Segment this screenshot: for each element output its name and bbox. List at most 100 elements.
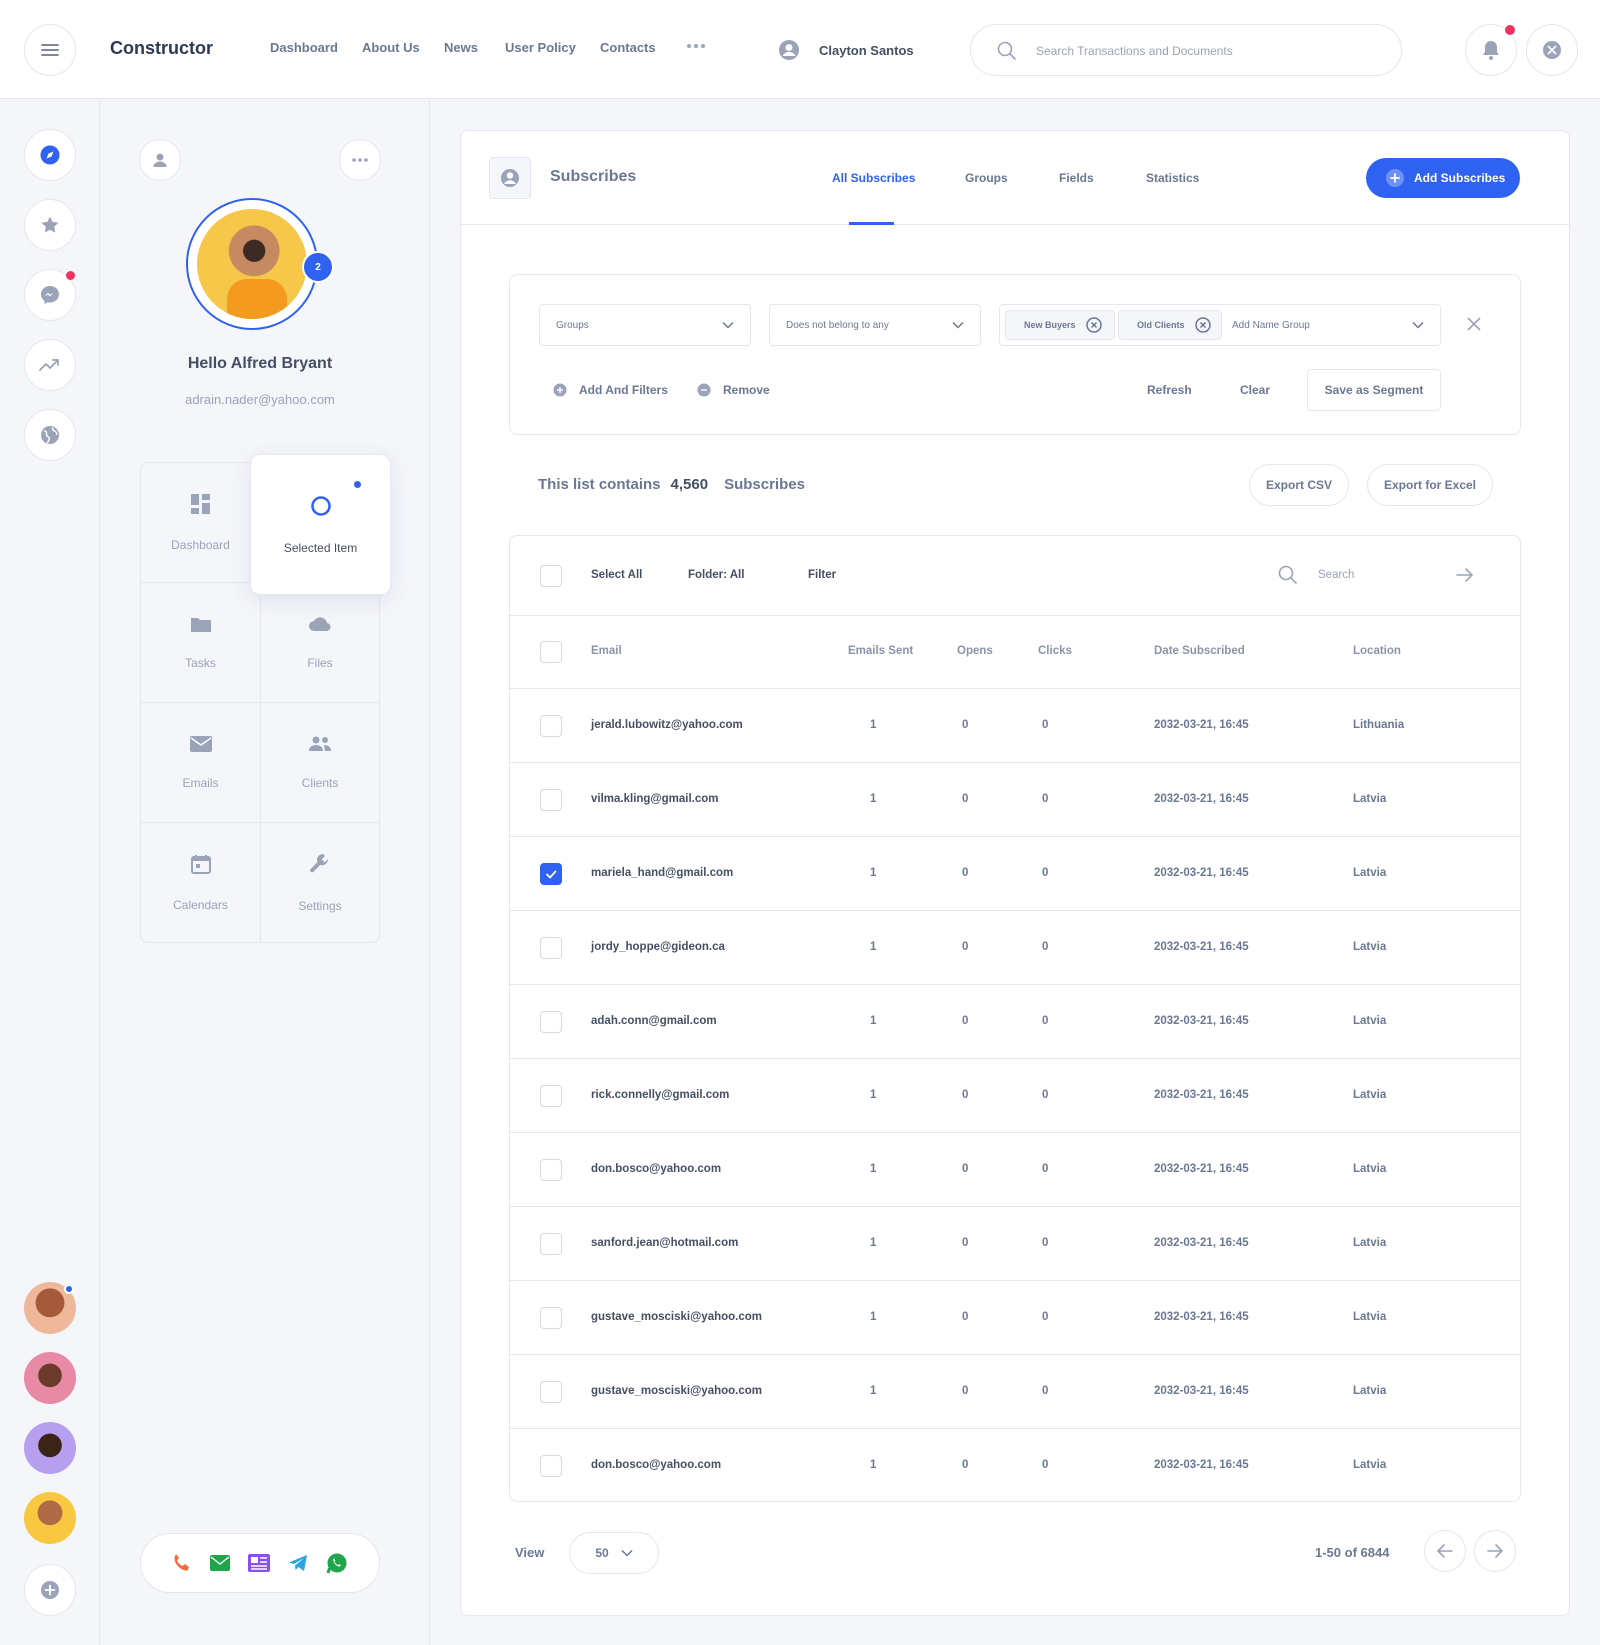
export-excel-button[interactable]: Export for Excel	[1367, 464, 1493, 506]
menu-item-dashboard[interactable]: Dashboard	[140, 462, 261, 583]
profile-more-button[interactable]	[339, 139, 381, 181]
table-row[interactable]: jerald.lubowitz@yahoo.com 1 0 0 2032-03-21, …	[510, 689, 1520, 763]
nav-dashboard[interactable]: Dashboard	[270, 40, 338, 55]
row-checkbox[interactable]	[540, 1159, 562, 1181]
nav-more-button[interactable]	[686, 43, 706, 49]
table-row[interactable]: don.bosco@yahoo.com 1 0 0 2032-03-21, 16:45 L…	[510, 1429, 1520, 1501]
add-filters-button[interactable]: Add And Filters	[553, 383, 668, 397]
row-checkbox[interactable]	[540, 1381, 562, 1403]
nav-user-policy[interactable]: User Policy	[505, 40, 576, 55]
row-email[interactable]: mariela_hand@gmail.com	[591, 867, 733, 879]
column-opens[interactable]: Opens	[957, 645, 993, 657]
profile-avatar[interactable]	[197, 209, 307, 319]
clear-button[interactable]: Clear	[1240, 383, 1270, 397]
row-email[interactable]: don.bosco@yahoo.com	[591, 1459, 721, 1471]
header-checkbox[interactable]	[540, 641, 562, 663]
contact-avatar-2[interactable]	[24, 1352, 76, 1404]
menu-item-clients[interactable]: Clients	[260, 702, 380, 823]
menu-item-emails[interactable]: Emails	[140, 702, 261, 823]
column-email[interactable]: Email	[591, 645, 622, 657]
row-email[interactable]: don.bosco@yahoo.com	[591, 1163, 721, 1175]
phone-icon[interactable]	[172, 1553, 192, 1573]
add-group-input[interactable]: Add Name Group	[1232, 320, 1310, 331]
row-email[interactable]: jerald.lubowitz@yahoo.com	[591, 719, 743, 731]
column-clicks[interactable]: Clicks	[1038, 645, 1072, 657]
menu-item-files[interactable]: Files	[260, 583, 380, 703]
sidebar-compass-button[interactable]	[24, 129, 76, 181]
row-checkbox[interactable]	[540, 1085, 562, 1107]
user-menu[interactable]	[778, 39, 800, 61]
sidebar-globe-button[interactable]	[24, 409, 76, 461]
add-contact-button[interactable]	[24, 1564, 76, 1616]
row-email[interactable]: jordy_hoppe@gideon.ca	[591, 941, 725, 953]
nav-contacts[interactable]: Contacts	[600, 40, 656, 55]
chip-remove-icon[interactable]	[1194, 317, 1211, 333]
row-checkbox[interactable]	[540, 1233, 562, 1255]
profile-button[interactable]	[139, 139, 181, 181]
menu-item-calendars[interactable]: Calendars	[140, 822, 261, 943]
groups-select[interactable]: Groups	[539, 304, 751, 346]
folder-filter[interactable]: Folder: All	[688, 569, 744, 581]
column-emails-sent[interactable]: Emails Sent	[848, 645, 913, 657]
row-checkbox[interactable]	[540, 937, 562, 959]
contact-avatar-4[interactable]	[24, 1492, 76, 1544]
contact-avatar-3[interactable]	[24, 1422, 76, 1474]
tab-fields[interactable]: Fields	[1059, 171, 1094, 185]
table-search-input[interactable]: Search	[1318, 569, 1354, 581]
select-all-label[interactable]: Select All	[591, 569, 642, 581]
table-row[interactable]: don.bosco@yahoo.com 1 0 0 2032-03-21, 16:45 L…	[510, 1133, 1520, 1207]
row-checkbox[interactable]	[540, 715, 562, 737]
table-row[interactable]: gustave_mosciski@yahoo.com 1 0 0 2032-03-21,…	[510, 1355, 1520, 1429]
tab-statistics[interactable]: Statistics	[1146, 171, 1199, 185]
row-email[interactable]: vilma.kling@gmail.com	[591, 793, 719, 805]
per-page-select[interactable]: 50	[569, 1532, 659, 1574]
global-search-input[interactable]: Search Transactions and Documents	[1036, 44, 1233, 58]
row-checkbox[interactable]	[540, 1455, 562, 1477]
row-email[interactable]: sanford.jean@hotmail.com	[591, 1237, 738, 1249]
menu-item-tasks[interactable]: Tasks	[140, 582, 261, 703]
table-row[interactable]: vilma.kling@gmail.com 1 0 0 2032-03-21, 16:4…	[510, 763, 1520, 837]
tab-groups[interactable]: Groups	[965, 171, 1008, 185]
row-checkbox[interactable]	[540, 863, 562, 885]
row-email[interactable]: gustave_mosciski@yahoo.com	[591, 1385, 762, 1397]
nav-news[interactable]: News	[444, 40, 478, 55]
row-email[interactable]: adah.conn@gmail.com	[591, 1015, 717, 1027]
save-segment-button[interactable]: Save as Segment	[1307, 369, 1441, 411]
tab-all-subscribes[interactable]: All Subscribes	[832, 171, 915, 185]
chip-remove-icon[interactable]	[1085, 317, 1102, 333]
table-row[interactable]: adah.conn@gmail.com 1 0 0 2032-03-21, 16:45 L…	[510, 985, 1520, 1059]
refresh-button[interactable]: Refresh	[1147, 383, 1192, 397]
table-row[interactable]: mariela_hand@gmail.com 1 0 0 2032-03-21, 16:…	[510, 837, 1520, 911]
column-location[interactable]: Location	[1353, 645, 1401, 657]
prev-page-button[interactable]	[1424, 1530, 1466, 1572]
next-page-button[interactable]	[1474, 1530, 1516, 1572]
table-row[interactable]: rick.connelly@gmail.com 1 0 0 2032-03-21, 16…	[510, 1059, 1520, 1133]
global-search[interactable]: Search Transactions and Documents	[970, 24, 1402, 76]
menu-button[interactable]	[24, 24, 76, 76]
remove-filter-button[interactable]: Remove	[697, 383, 770, 397]
membership-select[interactable]: Does not belong to any	[769, 304, 981, 346]
table-row[interactable]: sanford.jean@hotmail.com 1 0 0 2032-03-21, 1…	[510, 1207, 1520, 1281]
arrow-right-icon[interactable]	[1456, 567, 1474, 583]
export-csv-button[interactable]: Export CSV	[1249, 464, 1349, 506]
group-tags-input[interactable]: New Buyers Old Clients Add Name Group	[999, 304, 1441, 346]
sidebar-favorites-button[interactable]	[24, 199, 76, 251]
filter-button[interactable]: Filter	[808, 569, 836, 581]
mail-icon[interactable]	[210, 1555, 230, 1571]
row-checkbox[interactable]	[540, 1307, 562, 1329]
table-row[interactable]: jordy_hoppe@gideon.ca 1 0 0 2032-03-21, 16:4…	[510, 911, 1520, 985]
column-date-subscribed[interactable]: Date Subscribed	[1154, 645, 1245, 657]
row-checkbox[interactable]	[540, 1011, 562, 1033]
row-email[interactable]: gustave_mosciski@yahoo.com	[591, 1311, 762, 1323]
select-all-checkbox[interactable]	[540, 565, 562, 587]
add-subscribes-button[interactable]: Add Subscribes	[1366, 158, 1520, 198]
menu-item-settings[interactable]: Settings	[260, 822, 380, 943]
row-email[interactable]: rick.connelly@gmail.com	[591, 1089, 729, 1101]
sidebar-stats-button[interactable]	[24, 339, 76, 391]
news-icon[interactable]	[248, 1554, 270, 1572]
close-button[interactable]	[1526, 24, 1578, 76]
row-checkbox[interactable]	[540, 789, 562, 811]
menu-item-selected[interactable]: Selected Item	[250, 454, 391, 595]
table-row[interactable]: gustave_mosciski@yahoo.com 1 0 0 2032-03-21,…	[510, 1281, 1520, 1355]
whatsapp-icon[interactable]	[326, 1552, 348, 1574]
